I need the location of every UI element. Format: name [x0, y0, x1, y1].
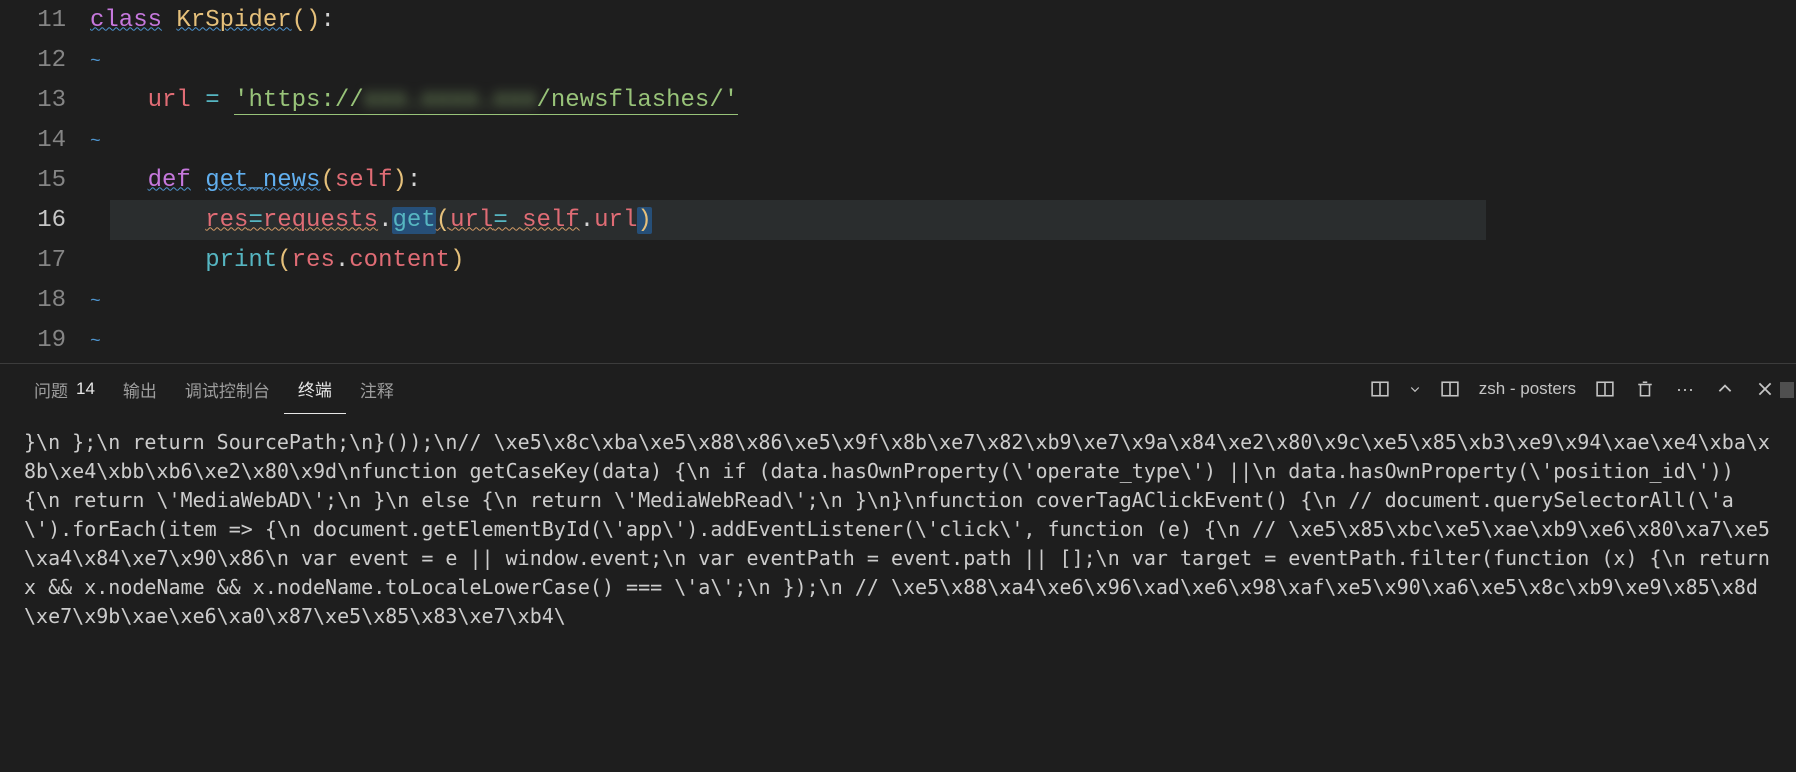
code-line[interactable]: 15 def get_news(self):: [0, 160, 1796, 200]
code-content[interactable]: url = 'https://xxx.xxxx.xxx/newsflashes/…: [90, 87, 1796, 114]
code-line[interactable]: 18 ~: [0, 280, 1796, 320]
code-content[interactable]: def get_news(self):: [90, 167, 1796, 194]
code-line[interactable]: 14 ~: [0, 120, 1796, 160]
line-number: 15: [0, 167, 90, 194]
bottom-panel: 问题 14 输出 调试控制台 终端 注释 zsh - posters: [0, 363, 1796, 772]
tab-terminal[interactable]: 终端: [284, 364, 346, 414]
chevron-up-icon[interactable]: [1714, 378, 1736, 400]
new-terminal-icon[interactable]: [1594, 378, 1616, 400]
line-number: 18: [0, 287, 90, 314]
code-line[interactable]: 11 class KrSpider():: [0, 0, 1796, 40]
line-number: 12: [0, 47, 90, 74]
scrollbar-thumb[interactable]: [1780, 382, 1794, 398]
code-content[interactable]: ~: [90, 327, 1796, 354]
code-content[interactable]: class KrSpider():: [90, 7, 1796, 34]
line-number: 14: [0, 127, 90, 154]
tab-label: 注释: [360, 377, 394, 402]
code-content[interactable]: res=requests.get(url= self.url): [90, 207, 1796, 234]
code-line[interactable]: 16 res=requests.get(url= self.url): [0, 200, 1796, 240]
line-number: 16: [0, 207, 90, 234]
tab-label: 问题: [34, 377, 68, 402]
code-line[interactable]: 13 url = 'https://xxx.xxxx.xxx/newsflash…: [0, 80, 1796, 120]
trash-icon[interactable]: [1634, 378, 1656, 400]
code-content[interactable]: ~: [90, 287, 1796, 314]
code-line[interactable]: 19 ~: [0, 320, 1796, 360]
line-number: 13: [0, 87, 90, 114]
line-number: 11: [0, 7, 90, 34]
close-panel-icon[interactable]: [1754, 378, 1776, 400]
tab-problems[interactable]: 问题 14: [20, 364, 109, 414]
code-line[interactable]: 12 ~: [0, 40, 1796, 80]
code-content[interactable]: ~: [90, 127, 1796, 154]
split-terminal-icon[interactable]: [1369, 378, 1391, 400]
code-content[interactable]: print(res.content): [90, 247, 1796, 274]
code-editor[interactable]: 11 class KrSpider(): 12 ~ 13 url = 'http…: [0, 0, 1796, 363]
chevron-down-icon[interactable]: [1409, 378, 1421, 400]
panel-tabs: 问题 14 输出 调试控制台 终端 注释 zsh - posters: [0, 364, 1796, 414]
terminal-output[interactable]: }\n };\n return SourcePath;\n}());\n// \…: [0, 414, 1796, 772]
tab-comments[interactable]: 注释: [346, 364, 408, 414]
line-number: 19: [0, 327, 90, 354]
more-icon[interactable]: ···: [1674, 378, 1696, 400]
problems-count-badge: 14: [76, 379, 95, 399]
terminal-profile-icon[interactable]: [1439, 378, 1461, 400]
code-line[interactable]: 17 print(res.content): [0, 240, 1796, 280]
tab-debug-console[interactable]: 调试控制台: [171, 364, 284, 414]
line-number: 17: [0, 247, 90, 274]
code-content[interactable]: ~: [90, 47, 1796, 74]
tab-label: 输出: [123, 377, 157, 402]
panel-right-actions: zsh - posters ···: [1369, 378, 1776, 400]
tab-output[interactable]: 输出: [109, 364, 171, 414]
tab-label: 终端: [298, 376, 332, 401]
active-shell-label[interactable]: zsh - posters: [1479, 379, 1576, 399]
tab-label: 调试控制台: [185, 377, 270, 402]
